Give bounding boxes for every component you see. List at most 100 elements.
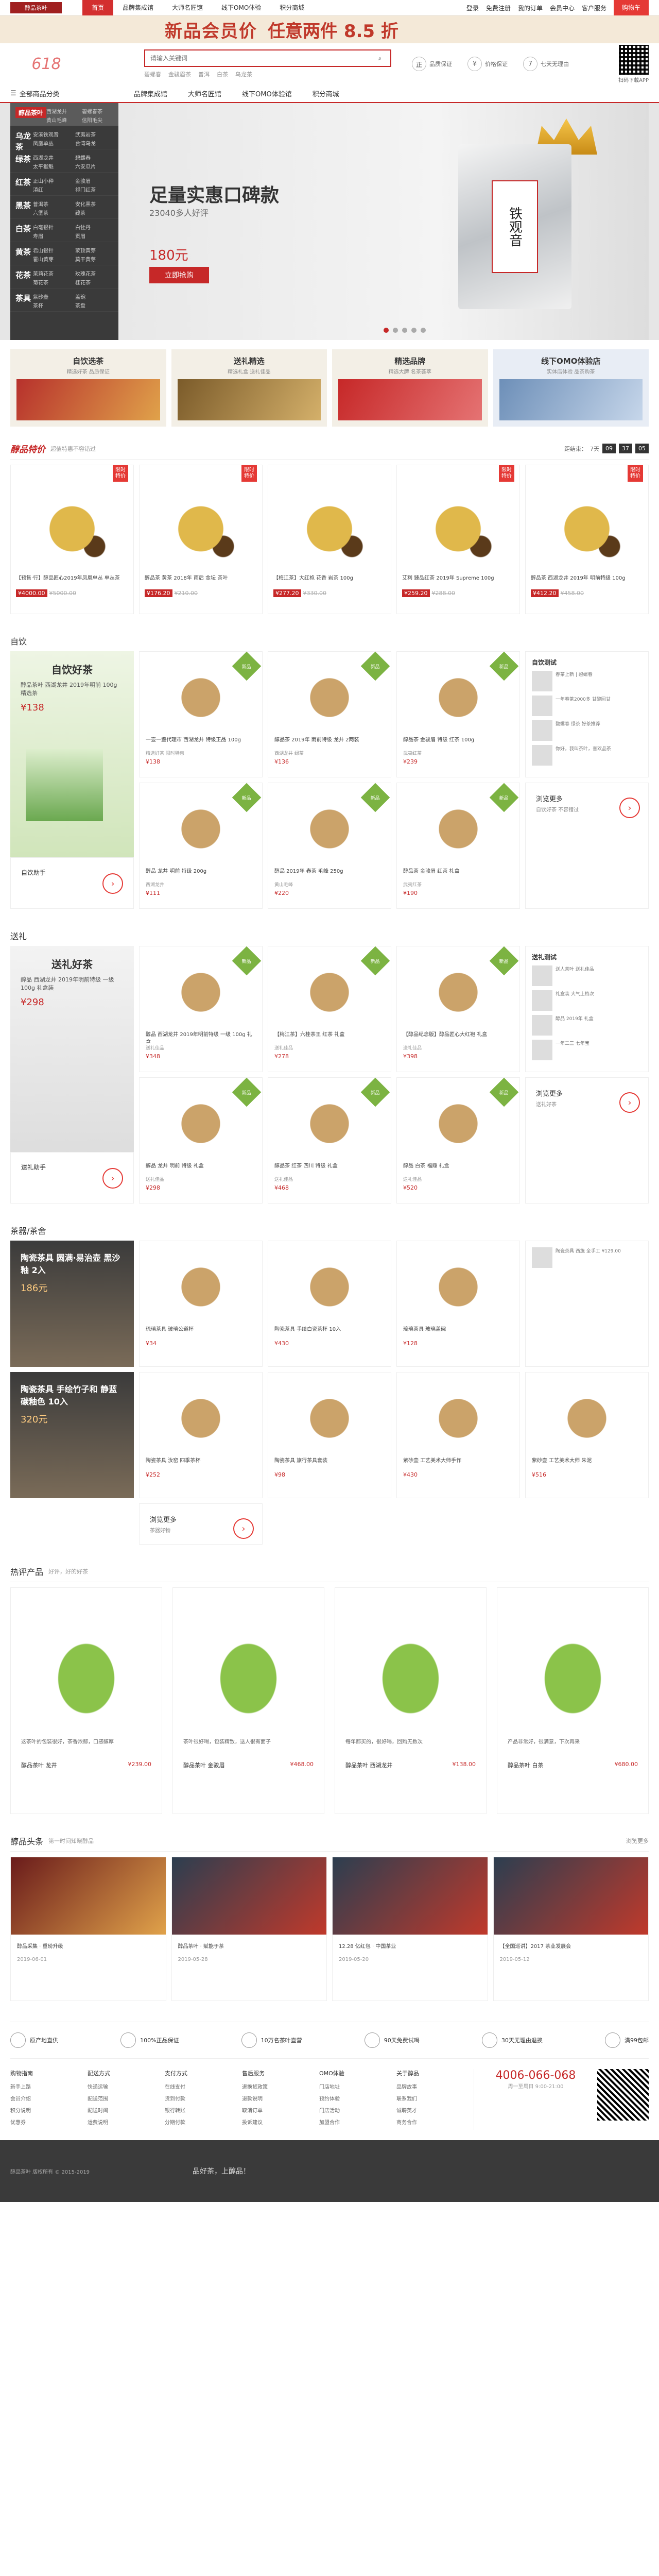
product-card[interactable]: 陶瓷茶具 汝窑 四季茶杯 ¥252 xyxy=(139,1372,263,1498)
footer-link[interactable]: 会员介绍 xyxy=(10,2094,88,2102)
sidebar-sub-link[interactable]: 黄山毛峰 xyxy=(46,116,78,124)
site-logo-small[interactable]: 醇品茶叶 xyxy=(10,2,62,13)
side-list-item[interactable]: 送人茶叶 送礼佳品 xyxy=(532,965,642,986)
sidebar-sub-link[interactable]: 碧螺春 xyxy=(75,154,113,161)
sidebar-category[interactable]: 黄茶 君山银针 蒙顶黄芽 霍山黄芽 莫干黄芽 xyxy=(10,242,118,265)
footer-link[interactable]: 运费说明 xyxy=(88,2118,165,2126)
main-nav-item[interactable]: 积分商城 xyxy=(313,89,339,98)
tile-self[interactable]: 自饮选茶 精选好茶 品质保证 xyxy=(10,349,166,427)
sidebar-category[interactable]: 红茶 正山小种 金骏眉 滇红 祁门红茶 xyxy=(10,173,118,196)
product-card[interactable]: 琉璃茶具 玻璃公道杯 ¥34 xyxy=(139,1241,263,1367)
sidebar-sub-link[interactable]: 藏茶 xyxy=(75,209,113,216)
product-card[interactable]: 陶瓷茶具 手绘白瓷茶杯 10入 ¥430 xyxy=(268,1241,391,1367)
flash-item[interactable]: 限时特价 【预售·行】醇品匠心2019年凤凰单丛 单丛茶 ¥4000.00 ¥5000… xyxy=(10,465,134,614)
side-list-item[interactable]: 碧螺春 绿茶 好茶推荐 xyxy=(532,720,642,741)
footer-link[interactable]: 货到付款 xyxy=(165,2094,242,2102)
sidebar-category[interactable]: 乌龙茶 安溪铁观音 武夷岩茶 凤凰单丛 台湾乌龙 xyxy=(10,126,118,151)
flash-item[interactable]: 限时特价 艾利 臻品红茶 2019年 Supreme 100g ¥259.20 ¥28… xyxy=(396,465,520,614)
sidebar-sub-link[interactable]: 信阳毛尖 xyxy=(82,116,113,124)
cart-button[interactable]: 购物车 xyxy=(613,0,649,15)
arrow-right-icon[interactable]: › xyxy=(619,1092,640,1113)
floor-gift-feature[interactable]: 送礼好茶 醇品 西湖龙井 2019年明前特级 一级 100g 礼盒装 ¥298 … xyxy=(10,946,134,1204)
flash-item[interactable]: 限时特价 醇品茶 西湖龙井 2019年 明前特级 100g ¥412.20 ¥458.… xyxy=(525,465,649,614)
self-helper[interactable]: 自饮助手 › xyxy=(10,857,134,909)
main-nav-item[interactable]: 线下OMO体验馆 xyxy=(242,89,292,98)
browse-more[interactable]: 浏览更多 茶器好物 › xyxy=(139,1503,263,1545)
sidebar-sub-link[interactable]: 安溪铁观音 xyxy=(33,130,71,138)
arrow-right-icon[interactable]: › xyxy=(102,1168,123,1189)
sidebar-category[interactable]: 花茶 茉莉花茶 玫瑰花茶 菊花茶 桂花茶 xyxy=(10,265,118,289)
register-link[interactable]: 免费注册 xyxy=(486,4,511,12)
login-link[interactable]: 登录 xyxy=(466,4,479,12)
top-nav-brand[interactable]: 品牌集成馆 xyxy=(113,0,163,15)
side-list-item[interactable]: 一年春茶2000多 甘醇回甘 xyxy=(532,696,642,716)
footer-link[interactable]: 新手上路 xyxy=(10,2082,88,2090)
product-card[interactable]: 新品 醇品茶 金骏眉 红茶 礼盒 武夷红茶 ¥190 xyxy=(396,783,520,909)
product-card[interactable]: 紫砂壶 工艺美术大师 朱泥 ¥516 xyxy=(525,1372,649,1498)
footer-link[interactable]: 退款说明 xyxy=(242,2094,319,2102)
news-card[interactable]: 醇品茶叶 · 赋能于茶 2019-05-28 xyxy=(171,1857,327,2001)
side-list-item[interactable]: 你好，我叫茶叶，喜欢品茶 xyxy=(532,745,642,766)
service-link[interactable]: 客户服务 xyxy=(582,4,606,12)
arrow-right-icon[interactable]: › xyxy=(619,798,640,818)
side-list-item[interactable]: 一年二三 七年宝 xyxy=(532,1040,642,1060)
sidebar-category[interactable]: 白茶 白毫银针 白牡丹 寿眉 贡眉 xyxy=(10,219,118,242)
news-more-link[interactable]: 浏览更多 xyxy=(626,1837,649,1845)
hot-keyword[interactable]: 普洱 xyxy=(198,70,210,78)
browse-more[interactable]: 浏览更多 送礼好茶 › xyxy=(525,1077,649,1204)
sidebar-sub-link[interactable]: 霍山黄芽 xyxy=(33,255,71,263)
arrow-right-icon[interactable]: › xyxy=(102,873,123,894)
sidebar-category[interactable]: 醇品茶叶 西湖龙井 碧螺春茶 黄山毛峰 信阳毛尖 xyxy=(10,103,118,126)
sidebar-sub-link[interactable]: 菊花茶 xyxy=(33,278,71,286)
hot-product[interactable]: 茶叶很好喝，包装精致，送人很有面子 醇品茶叶 金骏眉 ¥468.00 xyxy=(172,1587,324,1814)
hero-banner[interactable]: 足量实惠口碑款 23040多人好评 180元 立即抢购 铁观音 xyxy=(118,103,649,340)
product-card[interactable]: 新品 醇品 西湖龙井 2019年明前特级 一级 100g 礼盒 送礼佳品 ¥348 xyxy=(139,946,263,1072)
sidebar-category[interactable]: 绿茶 西湖龙井 碧螺春 太平猴魁 六安瓜片 xyxy=(10,149,118,173)
arrow-right-icon[interactable]: › xyxy=(233,1518,254,1539)
product-card[interactable]: 新品 醇品茶 金骏眉 特级 红茶 100g 武夷红茶 ¥239 xyxy=(396,651,520,777)
hot-keyword[interactable]: 金骏眉茶 xyxy=(168,70,191,78)
orders-link[interactable]: 我的订单 xyxy=(518,4,543,12)
product-card[interactable]: 新品 醇品 白茶 福鼎 礼盒 送礼佳品 ¥520 xyxy=(396,1077,520,1204)
carousel-dot[interactable] xyxy=(384,328,389,333)
sidebar-sub-link[interactable]: 凤凰单丛 xyxy=(33,139,71,147)
footer-link[interactable]: 预约体验 xyxy=(319,2094,396,2102)
sidebar-sub-link[interactable]: 六堡茶 xyxy=(33,209,71,216)
flash-item[interactable]: 【梅江茶】大红袍 花香 岩茶 100g ¥277.20 ¥330.00 xyxy=(268,465,391,614)
carousel-dot[interactable] xyxy=(411,328,417,333)
teaware-feature-2[interactable]: 陶瓷茶具 手绘竹子和 静蓝碳釉色 10入 320元 xyxy=(10,1372,134,1498)
footer-link[interactable]: 快递运输 xyxy=(88,2082,165,2090)
browse-more[interactable]: 浏览更多 自饮好茶 不容错过 › xyxy=(525,783,649,909)
product-card[interactable]: 新品 【醇品纪念版】醇品匠心大红袍 礼盒 送礼佳品 ¥398 xyxy=(396,946,520,1072)
sidebar-sub-link[interactable]: 台湾乌龙 xyxy=(75,139,113,147)
news-card[interactable]: 12.28 亿红包 · 中国茶业 2019-05-20 xyxy=(332,1857,488,2001)
product-card[interactable]: 新品 醇品茶 2019年 雨前特级 龙井 2两装 西湖龙井 绿茶 ¥136 xyxy=(268,651,391,777)
gift-helper[interactable]: 送礼助手 › xyxy=(10,1152,134,1204)
footer-link[interactable]: 加盟合作 xyxy=(319,2118,396,2126)
sidebar-category[interactable]: 黑茶 普洱茶 安化黑茶 六堡茶 藏茶 xyxy=(10,196,118,219)
tile-brand[interactable]: 精选品牌 精选大牌 名茶荟萃 xyxy=(332,349,488,427)
product-card[interactable]: 新品 醇品茶 红茶 四川 特级 礼盒 送礼佳品 ¥468 xyxy=(268,1077,391,1204)
hot-keyword[interactable]: 乌龙茶 xyxy=(235,70,252,78)
product-card[interactable]: 陶瓷茶具 旅行茶具套装 ¥98 xyxy=(268,1372,391,1498)
sidebar-sub-link[interactable]: 君山银针 xyxy=(33,246,71,254)
footer-link[interactable]: 诚聘英才 xyxy=(396,2106,474,2114)
logo-618[interactable]: 618 xyxy=(10,48,82,79)
side-list-item[interactable]: 醇品 2019年 礼盒 xyxy=(532,1015,642,1036)
news-card[interactable]: 【全国巡讲】2017 茶业发展会 2019-05-12 xyxy=(493,1857,649,2001)
footer-link[interactable]: 联系我们 xyxy=(396,2094,474,2102)
sidebar-sub-link[interactable]: 紫砂壶 xyxy=(33,293,71,300)
sidebar-sub-link[interactable]: 贡眉 xyxy=(75,232,113,240)
hot-keyword[interactable]: 碧螺春 xyxy=(144,70,161,78)
footer-link[interactable]: 在线支付 xyxy=(165,2082,242,2090)
member-link[interactable]: 会员中心 xyxy=(550,4,575,12)
sidebar-sub-link[interactable]: 正山小种 xyxy=(33,177,71,184)
sidebar-sub-link[interactable]: 祁门红茶 xyxy=(75,185,113,193)
teaware-feature-1[interactable]: 陶瓷茶具 圆满·易治壶 黑沙釉 2入 186元 xyxy=(10,1241,134,1367)
main-nav-item[interactable]: 大师名匠馆 xyxy=(188,89,221,98)
sidebar-category[interactable]: 茶具 紫砂壶 盖碗 茶杯 茶盘 xyxy=(10,289,118,312)
tile-gift[interactable]: 送礼精选 精选礼盒 送礼佳品 xyxy=(171,349,327,427)
product-card[interactable]: 紫砂壶 工艺美术大师手作 ¥430 xyxy=(396,1372,520,1498)
tile-omo[interactable]: 线下OMO体验店 实体店体验 品茶购茶 xyxy=(493,349,649,427)
side-list-item[interactable]: 春茶上新 | 碧螺春 xyxy=(532,671,642,691)
